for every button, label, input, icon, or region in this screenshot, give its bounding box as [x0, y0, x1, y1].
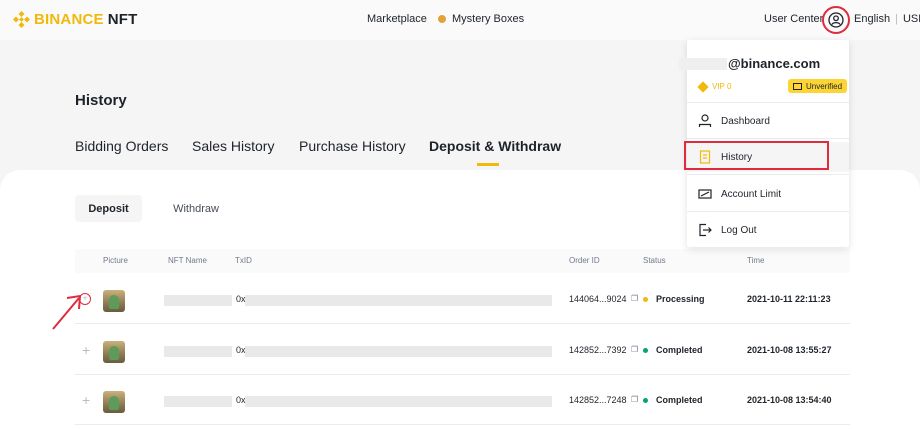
col-txid: TxID: [235, 256, 252, 265]
user-dropdown-menu: @binance.com VIP 0 Unverified Dashboard …: [679, 40, 849, 247]
logo-brand: BINANCE: [34, 11, 104, 28]
language-label: English: [854, 13, 891, 25]
status-text: Completed: [656, 345, 703, 355]
menu-item-dashboard[interactable]: Dashboard: [687, 106, 849, 136]
subtab-deposit[interactable]: Deposit: [75, 195, 142, 222]
menu-item-label: Dashboard: [721, 115, 770, 127]
language-currency[interactable]: English | USD: [854, 13, 920, 25]
menu-item-log-out[interactable]: Log Out: [687, 215, 849, 245]
dropdown-divider: [687, 138, 849, 139]
copy-icon[interactable]: ❐: [631, 395, 638, 404]
txid-redacted: [245, 396, 552, 407]
col-order-id: Order ID: [569, 256, 600, 265]
table-header: Picture NFT Name TxID Order ID Status Ti…: [75, 249, 850, 273]
menu-item-label: Log Out: [721, 224, 757, 236]
tab-sales-history[interactable]: Sales History: [192, 138, 274, 154]
id-card-icon: [793, 82, 802, 90]
col-status: Status: [643, 256, 666, 265]
logo-text: BINANCE NFT: [34, 11, 138, 28]
col-picture: Picture: [103, 256, 128, 265]
col-nft-name: NFT Name: [168, 256, 207, 265]
status-dot: [643, 348, 648, 353]
nav-marketplace[interactable]: Marketplace: [367, 13, 427, 25]
binance-logo-icon: [13, 11, 30, 28]
user-icon: [828, 12, 844, 28]
tab-deposit-withdraw[interactable]: Deposit & Withdraw: [429, 138, 561, 154]
diamond-icon: [697, 80, 709, 93]
nft-thumbnail[interactable]: [103, 290, 125, 312]
dropdown-divider: [687, 102, 849, 103]
subtab-withdraw[interactable]: Withdraw: [165, 195, 227, 222]
dropdown-divider: [687, 174, 849, 175]
person-icon: [698, 114, 712, 128]
verification-badge[interactable]: Unverified: [788, 79, 848, 93]
txid-redacted: [245, 295, 552, 306]
table-row: + 0x 142852...7392 ❐ Completed 2021-10-0…: [75, 325, 850, 375]
nav-user-center[interactable]: User Center: [764, 13, 823, 25]
verification-label: Unverified: [806, 81, 843, 91]
order-id: 144064...9024: [569, 294, 627, 304]
nav-mystery-boxes-label: Mystery Boxes: [452, 13, 525, 25]
expand-row-icon[interactable]: +: [82, 392, 90, 408]
mystery-box-icon: [438, 15, 446, 23]
logo-suffix: NFT: [107, 11, 138, 28]
tab-purchase-history[interactable]: Purchase History: [299, 138, 406, 154]
table-row: + 0x 144064...9024 ❐ Processing 2021-10-…: [75, 274, 850, 324]
nft-name-redacted: [164, 295, 232, 306]
row-time: 2021-10-11 22:11:23: [747, 294, 831, 304]
nft-name-redacted: [164, 396, 232, 407]
nft-thumbnail[interactable]: [103, 341, 125, 363]
status-text: Processing: [656, 294, 705, 304]
copy-icon[interactable]: ❐: [631, 294, 638, 303]
row-time: 2021-10-08 13:55:27: [747, 345, 832, 355]
nft-thumbnail[interactable]: [103, 391, 125, 413]
vip-level: VIP 0: [697, 80, 732, 93]
menu-item-account-limit[interactable]: Account Limit: [687, 179, 849, 209]
logout-icon: [698, 223, 712, 237]
txid-redacted: [245, 346, 552, 357]
col-time: Time: [747, 256, 765, 265]
user-account-button[interactable]: [822, 6, 850, 34]
row-time: 2021-10-08 13:54:40: [747, 395, 832, 405]
gauge-icon: [698, 187, 712, 201]
active-tab-indicator: [477, 163, 499, 166]
lang-separator: |: [895, 13, 898, 25]
user-email: @binance.com: [728, 56, 821, 71]
table-row: + 0x 142852...7248 ❐ Completed 2021-10-0…: [75, 375, 850, 425]
annotation-arrow-icon: [52, 294, 82, 330]
status-dot: [643, 398, 648, 403]
menu-item-label: Account Limit: [721, 188, 782, 200]
copy-icon[interactable]: ❐: [631, 345, 638, 354]
status-dot: [643, 297, 648, 302]
order-id: 142852...7392: [569, 345, 627, 355]
tab-bidding-orders[interactable]: Bidding Orders: [75, 138, 168, 154]
expand-row-icon[interactable]: +: [82, 342, 90, 358]
annotation-highlight-box: [684, 141, 829, 170]
order-id: 142852...7248: [569, 395, 627, 405]
nav-mystery-boxes[interactable]: Mystery Boxes: [438, 13, 524, 25]
dropdown-divider: [687, 211, 849, 212]
nft-name-redacted: [164, 346, 232, 357]
page-title: History: [75, 92, 127, 109]
top-header: BINANCE NFT Marketplace Mystery Boxes Use…: [0, 0, 920, 40]
status-text: Completed: [656, 395, 703, 405]
binance-nft-logo[interactable]: BINANCE NFT: [13, 11, 138, 28]
email-redaction: [679, 58, 727, 70]
vip-label: VIP 0: [712, 82, 732, 91]
currency-label: USD: [902, 13, 920, 25]
